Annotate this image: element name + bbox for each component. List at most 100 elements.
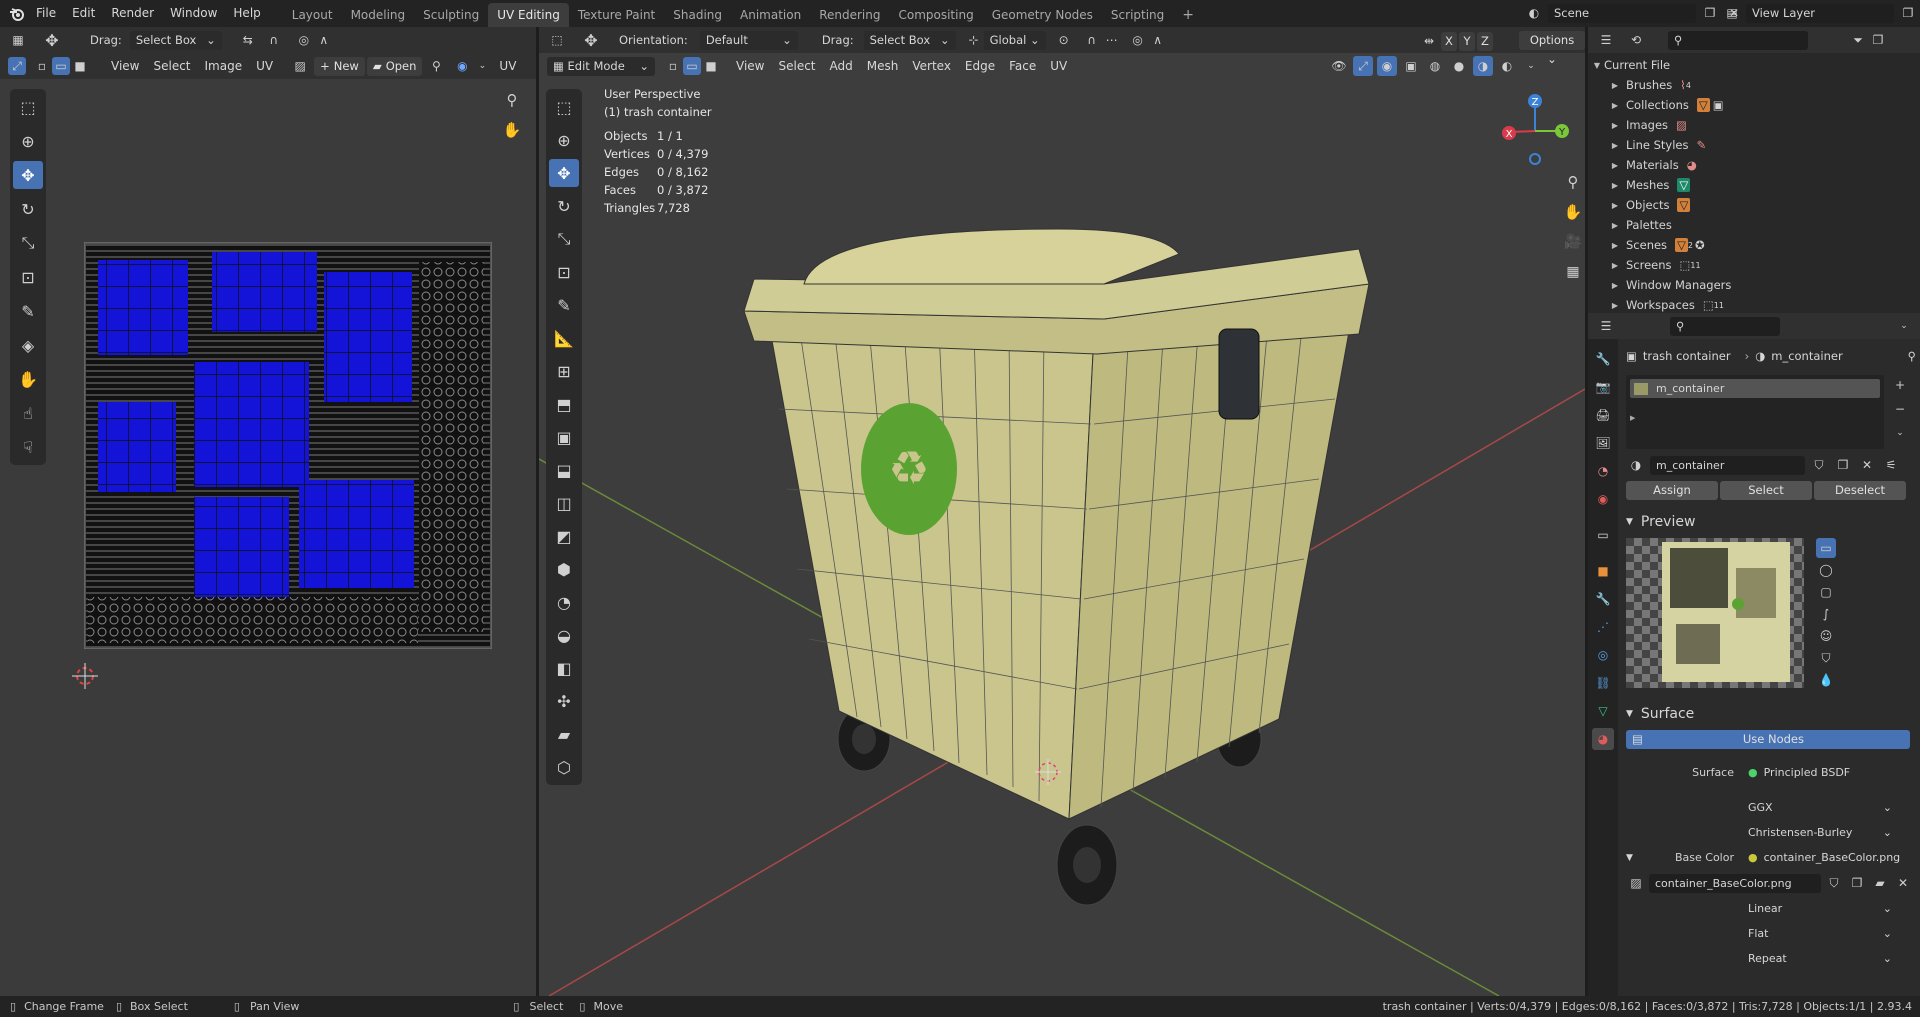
gizmo-toggle-icon[interactable]: ⤢ bbox=[1353, 56, 1373, 76]
edge-mode-icon[interactable]: ▭ bbox=[683, 57, 701, 75]
physics-tab-icon[interactable]: ◎ bbox=[1592, 644, 1614, 666]
vp-extrude-tool[interactable]: ⬒ bbox=[549, 390, 579, 418]
tab-sculpting[interactable]: Sculpting bbox=[414, 3, 488, 27]
vp-cursor-tool[interactable]: ⊕ bbox=[549, 126, 579, 154]
vp-smooth-tool[interactable]: ◒ bbox=[549, 621, 579, 649]
extension-select[interactable]: Repeat ⌄ bbox=[1742, 949, 1898, 968]
link-type-icon[interactable]: ⚟ bbox=[1881, 455, 1901, 475]
properties-editor-icon[interactable]: ☰ bbox=[1596, 316, 1616, 336]
edge-select-icon[interactable]: ▭ bbox=[52, 57, 70, 75]
transform-orientation-icon[interactable]: ⊹ bbox=[964, 30, 984, 50]
menu-file[interactable]: File bbox=[28, 0, 64, 27]
slot-menu-icon[interactable]: ⌄ bbox=[1890, 423, 1910, 443]
vp-add-cube-tool[interactable]: ⊞ bbox=[549, 357, 579, 385]
outliner-item-brushes[interactable]: ▶ Brushes ⌇ 4 bbox=[1588, 75, 1920, 95]
snap-toggle-icon[interactable]: ∩ bbox=[1082, 30, 1102, 50]
face-select-icon[interactable]: ■ bbox=[70, 56, 90, 76]
tab-layout[interactable]: Layout bbox=[283, 3, 342, 27]
vp-zoom-icon[interactable]: ⚲ bbox=[1563, 172, 1583, 192]
preview-flat-icon[interactable]: ▭ bbox=[1816, 538, 1836, 558]
material-browse-icon[interactable]: ◑ bbox=[1626, 455, 1646, 475]
surface-shader-field[interactable]: ● Principled BSDF bbox=[1742, 763, 1860, 782]
vp-transform-tool[interactable]: ⊡ bbox=[549, 258, 579, 286]
tab-geometry-nodes[interactable]: Geometry Nodes bbox=[983, 3, 1102, 27]
shading-options-icon[interactable]: ⌄ bbox=[1521, 56, 1541, 76]
image-duplicate-icon[interactable]: ❐ bbox=[1847, 873, 1867, 893]
slot-expand-icon[interactable]: ▶ bbox=[1630, 414, 1880, 422]
scene-field[interactable]: Scene bbox=[1548, 3, 1696, 23]
properties-search-input[interactable]: ⚲ bbox=[1670, 316, 1780, 336]
zoom-icon[interactable]: ⚲ bbox=[502, 90, 522, 110]
display-mode-icon[interactable]: ⟲ bbox=[1626, 30, 1646, 50]
vp-poly-build-tool[interactable]: ⬢ bbox=[549, 555, 579, 583]
copy-scene-icon[interactable]: ❐ bbox=[1700, 3, 1720, 23]
pivot-icon[interactable]: ⊙ bbox=[1054, 30, 1074, 50]
subsurface-method-select[interactable]: Christensen-Burley ⌄ bbox=[1742, 823, 1898, 842]
world-tab-icon[interactable]: ◉ bbox=[1592, 488, 1614, 510]
move-tool-icon[interactable]: ✥ bbox=[42, 30, 62, 50]
tab-uv-editing[interactable]: UV Editing bbox=[488, 3, 569, 27]
solid-shading-icon[interactable]: ● bbox=[1449, 56, 1469, 76]
vertex-mode-icon[interactable]: ▫ bbox=[663, 56, 683, 76]
grab-tool[interactable]: ✋ bbox=[13, 365, 43, 393]
outliner-search-input[interactable]: ⚲ bbox=[1668, 30, 1808, 50]
move-tool[interactable]: ✥ bbox=[13, 161, 43, 189]
outliner-item-objects[interactable]: ▶ Objects ▽ bbox=[1588, 195, 1920, 215]
vertex-select-icon[interactable]: ▫ bbox=[32, 56, 52, 76]
wireframe-shading-icon[interactable]: ◍ bbox=[1425, 56, 1445, 76]
modifier-tab-icon[interactable]: 🔧 bbox=[1592, 588, 1614, 610]
preview-fluid-icon[interactable]: 💧 bbox=[1816, 670, 1836, 690]
image-open-icon[interactable]: ▰ bbox=[1870, 873, 1890, 893]
filter-icon[interactable]: ⏷ bbox=[1848, 30, 1868, 50]
preview-cube-icon[interactable]: ▢ bbox=[1816, 582, 1836, 602]
proportional-icon[interactable]: ◎ bbox=[294, 30, 314, 50]
viewport-menu-face[interactable]: Face bbox=[1002, 59, 1043, 73]
select-box-tool[interactable]: ⬚ bbox=[13, 93, 43, 121]
navigation-gizmo[interactable]: Z Y X bbox=[1501, 87, 1571, 167]
copy-view-layer-icon[interactable]: ❐ bbox=[1898, 3, 1918, 23]
menu-window[interactable]: Window bbox=[162, 0, 225, 27]
orientation-select[interactable]: Default ⌄ bbox=[699, 30, 798, 50]
grid-view-icon[interactable]: ▦ bbox=[1563, 262, 1583, 282]
open-image-button[interactable]: ▰ Open bbox=[366, 56, 423, 76]
mirror-icon[interactable]: ⇹ bbox=[1419, 31, 1439, 51]
vp-bevel-tool[interactable]: ⬓ bbox=[549, 456, 579, 484]
proportional-falloff-icon[interactable]: ∧ bbox=[1148, 30, 1168, 50]
menu-render[interactable]: Render bbox=[103, 0, 162, 27]
viewport-drag-select[interactable]: Select Box ⌄ bbox=[863, 30, 956, 50]
xray-icon[interactable]: ▣ bbox=[1401, 56, 1421, 76]
viewport-menu-add[interactable]: Add bbox=[823, 59, 860, 73]
material-name-field[interactable]: m_container bbox=[1650, 455, 1805, 475]
vp-shrink-tool[interactable]: ✣ bbox=[549, 687, 579, 715]
collection-tab-icon[interactable]: ▭ bbox=[1592, 524, 1614, 546]
tab-texture-paint[interactable]: Texture Paint bbox=[569, 3, 664, 27]
tab-compositing[interactable]: Compositing bbox=[889, 3, 982, 27]
2d-cursor-icon[interactable] bbox=[72, 663, 98, 689]
remove-slot-icon[interactable]: − bbox=[1890, 399, 1910, 419]
use-nodes-button[interactable]: ▤ Use Nodes bbox=[1626, 730, 1910, 749]
uv-menu-view[interactable]: View bbox=[104, 59, 146, 73]
vp-pan-icon[interactable]: ✋ bbox=[1563, 202, 1583, 222]
uv-dropdown-icon[interactable]: ⌄ bbox=[472, 56, 492, 76]
material-shading-icon[interactable]: ◑ bbox=[1473, 56, 1493, 76]
viewport-menu-mesh[interactable]: Mesh bbox=[860, 59, 906, 73]
outliner-root[interactable]: ▼ Current File bbox=[1588, 55, 1920, 75]
tab-shading[interactable]: Shading bbox=[664, 3, 731, 27]
material-slot-item[interactable]: m_container bbox=[1630, 379, 1880, 398]
rotate-tool[interactable]: ↻ bbox=[13, 195, 43, 223]
vp-shear-tool[interactable]: ▰ bbox=[549, 720, 579, 748]
cursor-tool[interactable]: ⊕ bbox=[13, 127, 43, 155]
editor-type-icon[interactable]: ▦ bbox=[8, 30, 28, 50]
assign-button[interactable]: Assign bbox=[1626, 481, 1718, 500]
pin-properties-icon[interactable]: ⚲ bbox=[1908, 349, 1916, 363]
viewport-menu-edge[interactable]: Edge bbox=[958, 59, 1002, 73]
add-workspace-icon[interactable]: + bbox=[1173, 3, 1203, 27]
image-browse-icon[interactable]: ▨ bbox=[290, 56, 310, 76]
image-unlink-icon[interactable]: ✕ bbox=[1893, 873, 1913, 893]
deselect-button[interactable]: Deselect bbox=[1814, 481, 1906, 500]
tool-tab-icon[interactable]: 🔧 bbox=[1592, 348, 1614, 370]
interpolation-select[interactable]: Linear ⌄ bbox=[1742, 899, 1898, 918]
uv-menu-uv[interactable]: UV bbox=[249, 59, 280, 73]
vp-knife-tool[interactable]: ◩ bbox=[549, 522, 579, 550]
pan-icon[interactable]: ✋ bbox=[502, 120, 522, 140]
